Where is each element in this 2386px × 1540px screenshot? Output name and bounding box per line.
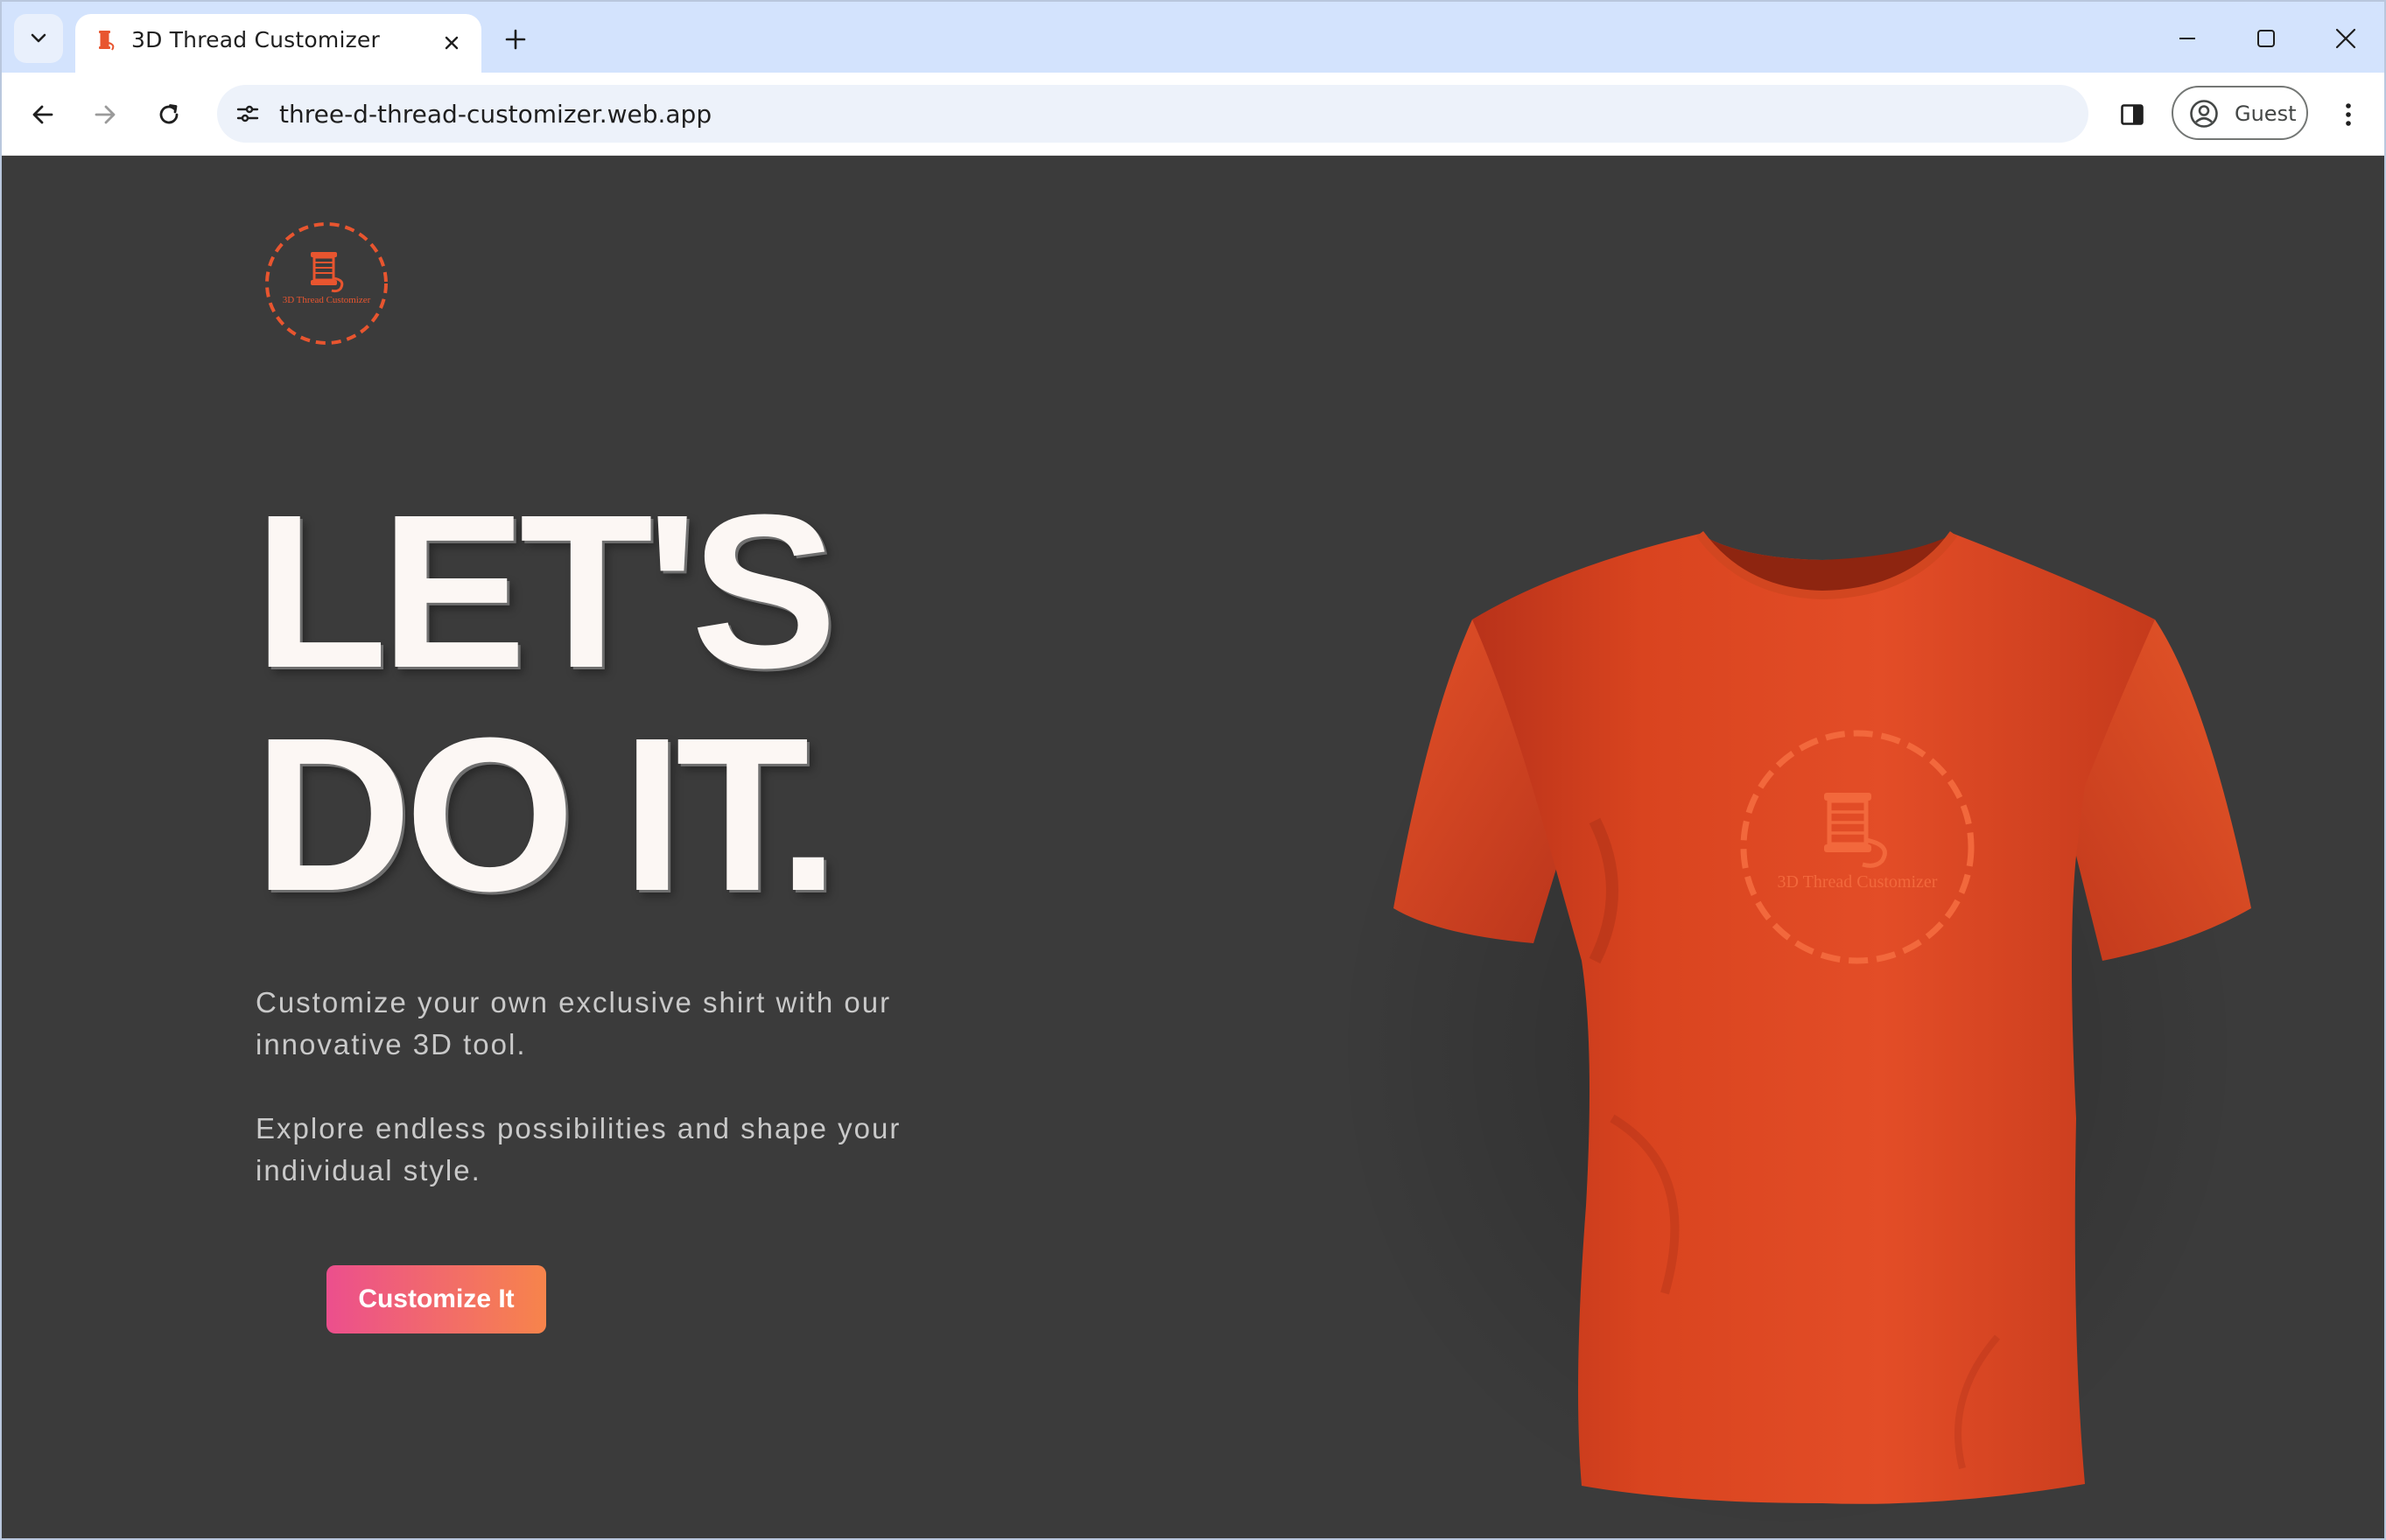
forward-button[interactable] (81, 91, 129, 138)
tab-title: 3D Thread Customizer (131, 27, 380, 52)
close-icon (2335, 28, 2356, 49)
description-paragraph-2: Explore endless possibilities and shape … (256, 1112, 902, 1186)
site-logo[interactable]: 3D Thread Customizer (262, 219, 391, 348)
description-paragraph-1: Customize your own exclusive shirt with … (256, 986, 892, 1060)
url-text[interactable]: three-d-thread-customizer.web.app (279, 100, 712, 129)
browser-menu-button[interactable] (2325, 91, 2372, 138)
profile-label: Guest (2235, 102, 2297, 126)
minimize-icon (2179, 38, 2195, 39)
close-window-button[interactable] (2312, 12, 2379, 65)
shirt-print-text: 3D Thread Customizer (1778, 872, 1938, 892)
tab-close-button[interactable] (434, 25, 469, 60)
chevron-down-icon (31, 33, 46, 43)
tune-icon (236, 105, 259, 122)
back-button[interactable] (19, 91, 67, 138)
minimize-button[interactable] (2154, 12, 2221, 65)
tab-strip: 3D Thread Customizer (2, 2, 2384, 73)
logo-text: 3D Thread Customizer (283, 295, 371, 305)
browser-toolbar: three-d-thread-customizer.web.app Guest (2, 73, 2384, 156)
spool-icon (311, 252, 344, 293)
address-bar[interactable]: three-d-thread-customizer.web.app (217, 85, 2088, 143)
reload-button[interactable] (145, 91, 193, 138)
arrow-left-icon (32, 105, 53, 124)
arrow-right-icon (95, 105, 116, 124)
side-panel-button[interactable] (2109, 91, 2156, 138)
side-panel-icon (2121, 104, 2144, 125)
tshirt-3d-model[interactable]: 3D Thread Customizer (1332, 331, 2312, 1538)
hero-headline: LET'S DO IT. (254, 469, 839, 936)
account-circle-icon (2190, 100, 2218, 128)
plus-icon (505, 29, 526, 50)
close-icon (445, 36, 459, 50)
maximize-button[interactable] (2233, 12, 2299, 65)
customize-it-button[interactable]: Customize It (326, 1265, 546, 1334)
maximize-icon (2257, 30, 2275, 47)
browser-tab[interactable]: 3D Thread Customizer (75, 14, 481, 73)
site-info-button[interactable] (226, 92, 270, 136)
browser-window: 3D Thread Customizer three-d-thread-cust… (0, 0, 2386, 1540)
spool-icon (99, 31, 115, 51)
hero-line-2: DO IT. (254, 692, 839, 936)
more-vertical-icon (2346, 103, 2351, 126)
hero-line-1: LET'S (254, 469, 837, 713)
reload-icon (159, 104, 179, 124)
page-content: 3D Thread Customizer LET'S DO IT. Custom… (2, 156, 2384, 1538)
new-tab-button[interactable] (495, 19, 536, 60)
profile-button[interactable]: Guest (2172, 86, 2308, 140)
tab-search-button[interactable] (14, 14, 63, 63)
